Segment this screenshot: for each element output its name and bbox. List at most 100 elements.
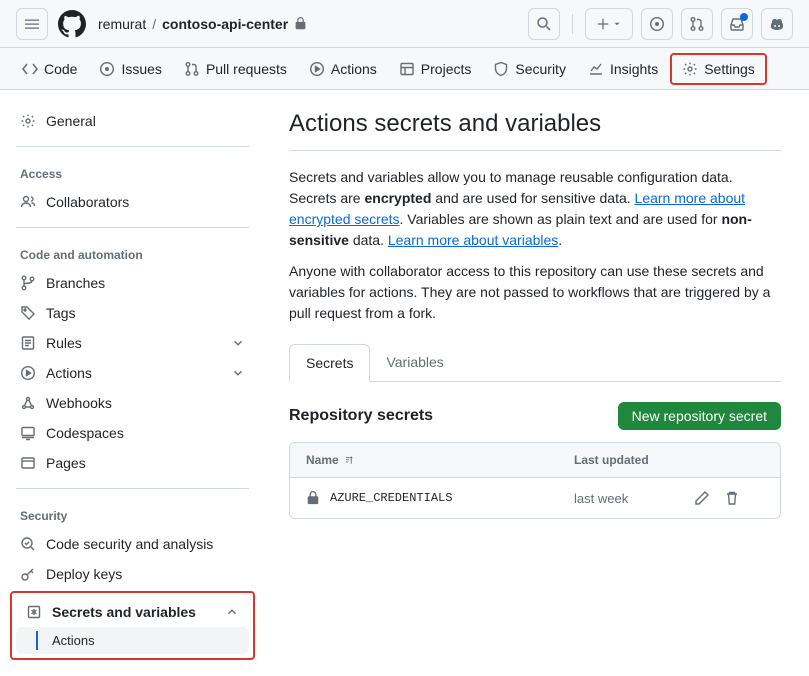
breadcrumb: remurat / contoso-api-center — [98, 16, 307, 32]
page-title: Actions secrets and variables — [289, 110, 781, 138]
issue-opened-icon — [99, 61, 115, 77]
codescan-icon — [20, 536, 36, 552]
divider — [16, 146, 249, 147]
breadcrumb-owner[interactable]: remurat — [98, 16, 146, 32]
git-branch-icon — [20, 275, 36, 291]
sidebar-item-label: Actions — [52, 633, 95, 648]
table-header: Name Last updated — [290, 443, 780, 478]
sidebar-item-label: Branches — [46, 275, 105, 291]
sidebar-item-collaborators[interactable]: Collaborators — [10, 187, 255, 217]
tab-projects[interactable]: Projects — [389, 53, 482, 85]
tab-pull-requests[interactable]: Pull requests — [174, 53, 297, 85]
global-header: remurat / contoso-api-center — [0, 0, 809, 48]
sidebar-subitem-actions[interactable]: Actions — [16, 627, 249, 654]
sidebar-item-actions[interactable]: Actions — [10, 358, 255, 388]
secrets-highlight: Secrets and variables Actions — [10, 591, 255, 660]
sidebar-item-webhooks[interactable]: Webhooks — [10, 388, 255, 418]
breadcrumb-separator: / — [152, 16, 156, 32]
issue-opened-icon — [649, 16, 665, 32]
three-bars-icon — [24, 16, 40, 32]
copilot-icon — [769, 16, 785, 32]
sidebar-item-tags[interactable]: Tags — [10, 298, 255, 328]
sidebar-heading-access: Access — [10, 157, 255, 187]
lock-icon — [306, 491, 320, 505]
copilot-button[interactable] — [761, 8, 793, 40]
sidebar-heading-code-automation: Code and automation — [10, 238, 255, 268]
search-icon — [536, 16, 552, 32]
inbox-icon — [729, 16, 745, 32]
secret-updated-cell: last week — [574, 491, 694, 506]
table-row: AZURE_CREDENTIALS last week — [290, 478, 780, 518]
column-last-updated[interactable]: Last updated — [574, 453, 694, 467]
issues-button[interactable] — [641, 8, 673, 40]
sidebar-item-codespaces[interactable]: Codespaces — [10, 418, 255, 448]
tab-settings[interactable]: Settings — [670, 53, 767, 85]
sidebar-item-label: Pages — [46, 455, 86, 471]
tab-issues[interactable]: Issues — [89, 53, 171, 85]
sidebar-item-label: Secrets and variables — [52, 604, 196, 620]
create-new-button[interactable] — [585, 8, 633, 40]
sidebar-item-rules[interactable]: Rules — [10, 328, 255, 358]
divider — [572, 14, 573, 34]
repository-secrets-header: Repository secrets New repository secret — [289, 402, 781, 430]
tab-secrets[interactable]: Secrets — [289, 344, 370, 382]
tab-variables[interactable]: Variables — [370, 344, 459, 381]
shield-icon — [493, 61, 509, 77]
main-content: Actions secrets and variables Secrets an… — [265, 90, 805, 676]
sidebar-item-deploy-keys[interactable]: Deploy keys — [10, 559, 255, 589]
tab-insights[interactable]: Insights — [578, 53, 668, 85]
chevron-down-icon — [231, 366, 245, 380]
git-pull-request-icon — [689, 16, 705, 32]
delete-secret-button[interactable] — [724, 490, 740, 506]
tab-security[interactable]: Security — [483, 53, 576, 85]
sidebar-item-code-security[interactable]: Code security and analysis — [10, 529, 255, 559]
new-repository-secret-button[interactable]: New repository secret — [618, 402, 781, 430]
learn-variables-link[interactable]: Learn more about variables — [388, 232, 558, 248]
pencil-icon — [694, 490, 710, 506]
sidebar-item-general[interactable]: General — [10, 106, 255, 136]
gear-icon — [682, 61, 698, 77]
gear-icon — [20, 113, 36, 129]
table-icon — [399, 61, 415, 77]
key-icon — [20, 566, 36, 582]
column-name[interactable]: Name — [306, 453, 574, 467]
secrets-table: Name Last updated AZURE_CREDENTIALS last… — [289, 442, 781, 519]
edit-secret-button[interactable] — [694, 490, 710, 506]
github-logo[interactable] — [56, 8, 88, 40]
sidebar-item-label: Codespaces — [46, 425, 124, 441]
pulls-button[interactable] — [681, 8, 713, 40]
search-button[interactable] — [528, 8, 560, 40]
sidebar-item-label: General — [46, 113, 96, 129]
notifications-button[interactable] — [721, 8, 753, 40]
sidebar-item-label: Collaborators — [46, 194, 129, 210]
trash-icon — [724, 490, 740, 506]
tag-icon — [20, 305, 36, 321]
repository-secrets-heading: Repository secrets — [289, 407, 433, 425]
divider — [16, 227, 249, 228]
sidebar-item-label: Rules — [46, 335, 82, 351]
hamburger-button[interactable] — [16, 8, 48, 40]
sidebar-item-secrets-variables[interactable]: Secrets and variables — [16, 597, 249, 627]
row-actions — [694, 490, 764, 506]
sidebar-item-label: Webhooks — [46, 395, 112, 411]
sidebar-item-pages[interactable]: Pages — [10, 448, 255, 478]
browser-icon — [20, 455, 36, 471]
triangle-down-icon — [612, 19, 622, 29]
breadcrumb-repo[interactable]: contoso-api-center — [162, 16, 288, 32]
tab-code[interactable]: Code — [12, 53, 87, 85]
tab-actions[interactable]: Actions — [299, 53, 387, 85]
graph-icon — [588, 61, 604, 77]
secret-name-cell: AZURE_CREDENTIALS — [306, 491, 574, 505]
secrets-variables-tabs: Secrets Variables — [289, 344, 781, 382]
repo-nav: Code Issues Pull requests Actions Projec… — [0, 48, 809, 90]
play-icon — [309, 61, 325, 77]
git-pull-request-icon — [184, 61, 200, 77]
webhook-icon — [20, 395, 36, 411]
chevron-up-icon — [225, 605, 239, 619]
key-asterisk-icon — [26, 604, 42, 620]
play-icon — [20, 365, 36, 381]
mark-github-icon — [58, 10, 86, 38]
sidebar-item-label: Code security and analysis — [46, 536, 213, 552]
sidebar-item-branches[interactable]: Branches — [10, 268, 255, 298]
sort-icon — [343, 454, 355, 466]
